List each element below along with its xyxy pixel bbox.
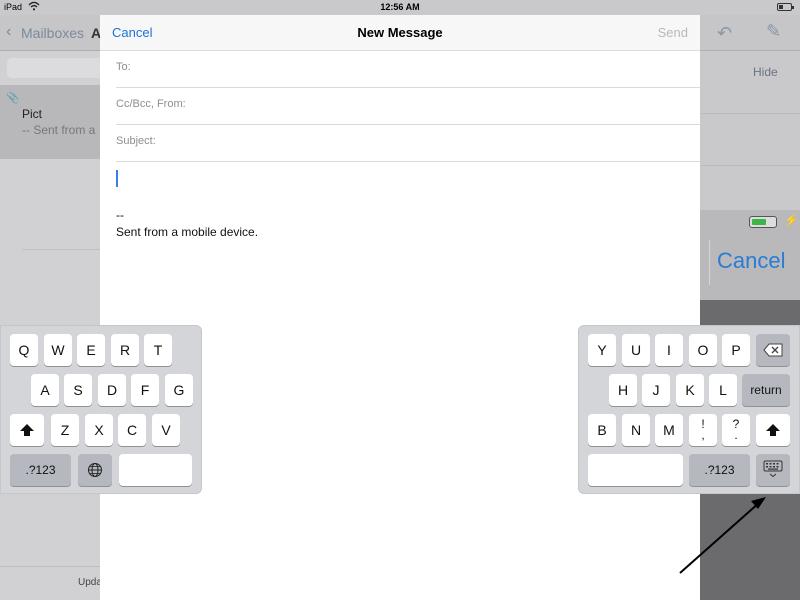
new-message-sheet: Cancel New Message Send To: Cc/Bcc, From… [100, 15, 700, 600]
key-f[interactable]: F [131, 374, 159, 406]
key-t[interactable]: T [144, 334, 172, 366]
shift-key-right[interactable] [756, 414, 790, 446]
shift-arrow-icon [20, 424, 34, 436]
status-bar: iPad 12:56 AM [0, 0, 800, 15]
key-w[interactable]: W [44, 334, 72, 366]
battery-icon [777, 3, 794, 11]
key-g[interactable]: G [165, 374, 193, 406]
key-o[interactable]: O [689, 334, 717, 366]
to-field[interactable]: To: [116, 51, 700, 88]
key-y[interactable]: Y [588, 334, 616, 366]
key-z[interactable]: Z [51, 414, 79, 446]
keyboard-dismiss-icon [763, 460, 783, 478]
signature: -- Sent from a mobile device. [116, 207, 258, 241]
period-glyph: . [734, 428, 738, 442]
dialog-cancel-button[interactable]: Cancel [717, 248, 785, 274]
dialog-divider [700, 240, 710, 285]
key-d[interactable]: D [98, 374, 126, 406]
return-key[interactable]: return [742, 374, 790, 406]
key-s[interactable]: S [64, 374, 92, 406]
globe-key[interactable] [78, 454, 112, 486]
battery-icon [749, 216, 777, 228]
paperclip-icon: 📎 [6, 92, 20, 104]
comma-glyph: , [701, 428, 705, 442]
space-key-left[interactable] [119, 454, 192, 486]
key-n[interactable]: N [622, 414, 650, 446]
keyboard-left-half: Q W E R T A S D F G Z X C V .?123 [0, 325, 202, 494]
text-cursor [116, 170, 118, 187]
key-m[interactable]: M [655, 414, 683, 446]
to-label: To: [116, 61, 131, 73]
key-p[interactable]: P [722, 334, 750, 366]
cc-bcc-from-field[interactable]: Cc/Bcc, From: [116, 88, 700, 125]
cc-bcc-from-label: Cc/Bcc, From: [116, 98, 186, 110]
subject-field[interactable]: Subject: [116, 125, 700, 162]
numbers-key[interactable]: .?123 [10, 454, 71, 486]
delete-key[interactable] [756, 334, 790, 366]
backspace-icon [763, 343, 783, 357]
key-q[interactable]: Q [10, 334, 38, 366]
key-e[interactable]: E [77, 334, 105, 366]
mailboxes-back-button[interactable]: Mailboxes [21, 25, 84, 41]
background-dialog: ⚡ Cancel [700, 210, 800, 300]
key-c[interactable]: C [118, 414, 146, 446]
detail-divider [701, 113, 800, 114]
key-u[interactable]: U [622, 334, 650, 366]
compose-title: New Message [357, 25, 443, 40]
key-b[interactable]: B [588, 414, 616, 446]
globe-icon [88, 463, 102, 477]
key-a[interactable]: A [31, 374, 59, 406]
send-button[interactable]: Send [658, 25, 688, 40]
key-h[interactable]: H [609, 374, 637, 406]
subject-label: Subject: [116, 135, 156, 147]
chevron-left-icon: ‹ [6, 23, 12, 40]
key-l[interactable]: L [709, 374, 737, 406]
key-r[interactable]: R [111, 334, 139, 366]
shift-arrow-icon [766, 424, 780, 436]
keyboard-right-half: Y U I O P H J K L return B N M ! , ? . .… [578, 325, 800, 494]
status-time: 12:56 AM [380, 2, 420, 12]
message-sender: Pict [22, 107, 43, 121]
key-j[interactable]: J [642, 374, 670, 406]
reply-icon[interactable]: ↶ [717, 23, 732, 44]
update-status-text: Upda [78, 577, 102, 588]
space-key-right[interactable] [588, 454, 683, 486]
detail-divider [701, 165, 800, 166]
compose-icon[interactable]: ✎ [766, 21, 781, 42]
key-v[interactable]: V [152, 414, 180, 446]
key-i[interactable]: I [655, 334, 683, 366]
key-exclamation[interactable]: ! , [689, 414, 717, 446]
message-preview: -- Sent from a [22, 123, 96, 137]
shift-key[interactable] [10, 414, 44, 446]
signature-dashes: -- [116, 208, 124, 222]
numbers-key-right[interactable]: .?123 [689, 454, 750, 486]
key-x[interactable]: X [85, 414, 113, 446]
key-k[interactable]: K [676, 374, 704, 406]
hide-keyboard-key[interactable] [756, 454, 790, 486]
hide-button[interactable]: Hide [753, 65, 778, 79]
compose-nav-bar: Cancel New Message Send [100, 15, 700, 51]
signature-text: Sent from a mobile device. [116, 225, 259, 239]
charging-bolt-icon: ⚡ [784, 213, 799, 227]
key-question[interactable]: ? . [722, 414, 750, 446]
